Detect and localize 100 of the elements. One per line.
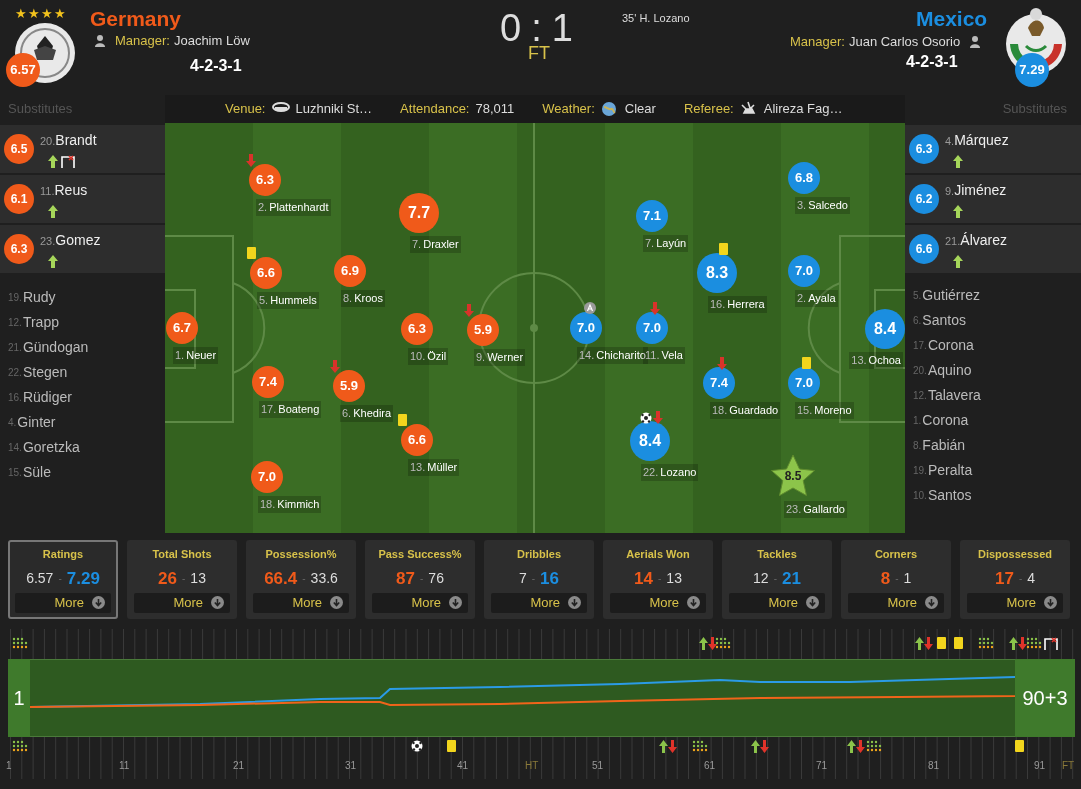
player-name: 10. Özil [408, 348, 449, 365]
player-name: 11.Reus [40, 181, 88, 200]
more-button[interactable]: More [729, 592, 825, 613]
person-icon [970, 35, 981, 48]
more-button[interactable]: More [134, 592, 230, 613]
stat-card[interactable]: Dispossessed 17 - 4 More [960, 540, 1070, 619]
formation-text: 4-2-3-1 [190, 56, 242, 76]
down-arrow-icon [211, 596, 224, 609]
whistle-icon [739, 101, 758, 117]
player-name: 20.Brandt [40, 131, 97, 150]
stat-value: 13 [666, 569, 682, 588]
goal-post-icon [1044, 637, 1058, 650]
stat-card[interactable]: Pass Success% 87 - 76 More [365, 540, 475, 619]
away-score: 1 [551, 6, 573, 51]
player-name: 8.Fabián [912, 436, 967, 455]
info-value: Alireza Fag… [763, 100, 843, 119]
stat-card[interactable]: Total Shots 26 - 13 More [127, 540, 237, 619]
player-name: 7. Layún [643, 235, 689, 252]
stat-card[interactable]: Ratings 6.57 - 7.29 More [8, 540, 118, 619]
substitute-row[interactable]: 6.3 4.Márquez [905, 125, 1081, 175]
player-name: 10.Santos [912, 486, 973, 505]
stat-label: Total Shots [152, 547, 212, 562]
down-arrow-icon [92, 596, 105, 609]
more-button[interactable]: More [253, 592, 349, 613]
stat-card[interactable]: Aerials Won 14 - 13 More [603, 540, 713, 619]
team-rating-badge: 6.57 [6, 53, 40, 87]
manager-label: Manager: [115, 32, 170, 50]
stat-card[interactable]: Tackles 12 - 21 More [722, 540, 832, 619]
stat-value: 76 [428, 569, 444, 588]
player-name: 17. Boateng [259, 401, 322, 418]
player-name: 6. Khedira [340, 405, 394, 422]
player-name: 1.Corona [912, 411, 970, 430]
stat-value: 7 [518, 569, 527, 588]
info-label: Attendance: [400, 100, 470, 119]
player-name: 7. Draxler [410, 236, 461, 253]
down-arrow-icon [330, 596, 343, 609]
rating-badge: 6.1 [4, 184, 34, 214]
player-name: 4.Márquez [945, 131, 1009, 150]
formation-icon [1026, 637, 1042, 649]
player-name: 4.Ginter [7, 413, 57, 432]
down-arrow-icon [687, 596, 700, 609]
substitute-row[interactable]: 6.3 23.Gomez [0, 225, 165, 275]
stat-card[interactable]: Dribbles 7 - 16 More [484, 540, 594, 619]
formation-icon [12, 740, 28, 752]
axis-label: 81 [928, 759, 940, 773]
title-stars: ★★★★ [15, 5, 67, 23]
substitution-icon [847, 740, 865, 753]
stat-card[interactable]: Possession% 66.4 - 33.6 More [246, 540, 356, 619]
axis-label: 11 [119, 759, 130, 773]
rating-badge: 6.5 [4, 134, 34, 164]
more-button[interactable]: More [610, 592, 706, 613]
stat-value: 16 [540, 567, 560, 590]
info-label: Weather: [542, 100, 595, 119]
axis-label: FT [1062, 759, 1075, 773]
substitution-icon [659, 740, 677, 753]
player-name: 18. Kimmich [258, 496, 322, 513]
axis-label: 41 [457, 759, 469, 773]
substitute-row[interactable]: 6.6 21.Álvarez [905, 225, 1081, 275]
separator-dash: - [1018, 572, 1023, 586]
separator-dash: - [531, 572, 536, 586]
more-button[interactable]: More [372, 592, 468, 613]
axis-label: HT [525, 759, 539, 773]
more-button[interactable]: More [848, 592, 944, 613]
player-name: 12.Trapp [7, 313, 60, 332]
stat-label: Ratings [42, 547, 84, 562]
stat-value: 66.4 [264, 567, 298, 590]
stat-label: Corners [874, 547, 918, 562]
player-name: 19.Rudy [7, 288, 57, 307]
player-name: 9.Jiménez [945, 181, 1007, 200]
axis-label: 61 [704, 759, 716, 773]
player-name: 18. Guardado [710, 402, 781, 419]
match-status: FT [528, 42, 550, 65]
player-name: 21.Gündogan [7, 338, 90, 357]
stat-value: 12 [753, 569, 769, 588]
substitute-row[interactable]: 6.1 11.Reus [0, 175, 165, 225]
player-name: 1. Neuer [173, 347, 219, 364]
formation-icon [978, 637, 994, 649]
substitution-icon [915, 637, 933, 650]
home-score: 0 [500, 6, 522, 51]
stat-value: 26 [158, 567, 177, 590]
person-icon [95, 34, 105, 47]
stat-label: Possession% [265, 547, 337, 562]
axis-label: 71 [816, 759, 828, 773]
stat-value: 13 [190, 569, 206, 588]
stat-card[interactable]: Corners 8 - 1 More [841, 540, 951, 619]
team-name: Germany [90, 6, 182, 32]
globe-icon [600, 101, 619, 117]
more-button[interactable]: More [15, 592, 111, 613]
start-minute: 1 [8, 659, 30, 737]
more-button[interactable]: More [491, 592, 587, 613]
player-name: 17.Corona [912, 336, 975, 355]
stat-label: Dispossessed [978, 547, 1052, 562]
rating-badge: 6.3 [909, 134, 939, 164]
more-button[interactable]: More [967, 592, 1063, 613]
substitute-row[interactable]: 6.5 20.Brandt [0, 125, 165, 175]
substitute-row[interactable]: 6.2 9.Jiménez [905, 175, 1081, 225]
stat-label: Tackles [757, 547, 797, 562]
separator-dash: - [773, 572, 777, 586]
stat-value: 7.29 [66, 567, 100, 590]
player-name: 13. Müller [408, 459, 460, 476]
